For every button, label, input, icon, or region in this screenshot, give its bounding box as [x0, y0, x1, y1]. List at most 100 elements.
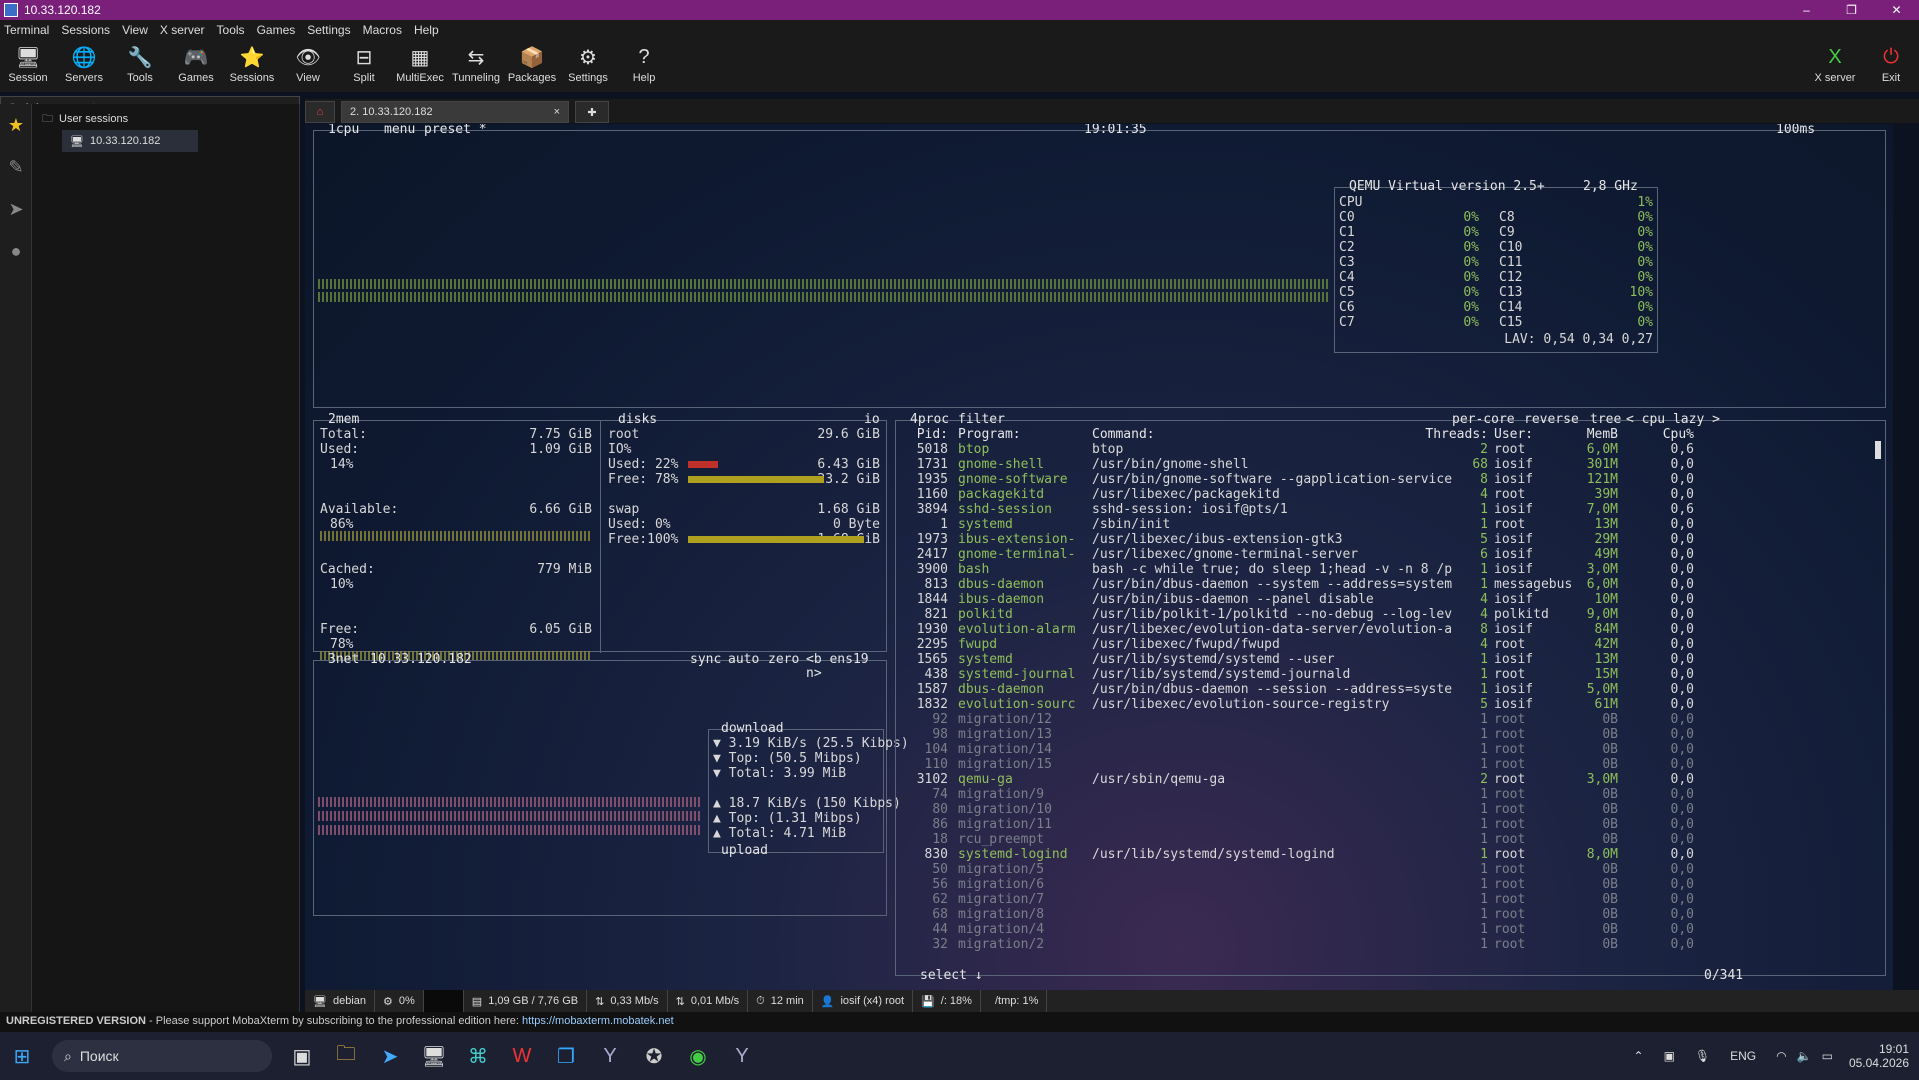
proc-row[interactable]: 86 migration/11 1 root 0B 0,0	[896, 817, 1885, 832]
toolbar-packages-button[interactable]: 📦 Packages	[504, 40, 560, 92]
toolbar-tunneling-button[interactable]: ⇆ Tunneling	[448, 40, 504, 92]
tray-chevron-icon[interactable]: ⌃	[1634, 1049, 1644, 1063]
proc-row[interactable]: 32 migration/2 1 root 0B 0,0	[896, 937, 1885, 952]
proc-row[interactable]: 110 migration/15 1 root 0B 0,0	[896, 757, 1885, 772]
proc-row[interactable]: 50 migration/5 1 root 0B 0,0	[896, 862, 1885, 877]
menu-games[interactable]: Games	[257, 23, 296, 37]
menu-tools[interactable]: Tools	[217, 23, 245, 37]
maximize-button[interactable]: ❐	[1829, 0, 1874, 20]
status-item[interactable]	[423, 990, 464, 1012]
mobaxterm-link[interactable]: https://mobaxterm.mobatek.net	[522, 1015, 674, 1027]
tools-icon[interactable]: ✎	[0, 146, 32, 188]
proc-row[interactable]: 56 migration/6 1 root 0B 0,0	[896, 877, 1885, 892]
proc-per-core-button[interactable]: per-core	[1452, 413, 1515, 427]
col-cpu[interactable]: Cpu%	[1648, 427, 1694, 442]
toolbar-games-button[interactable]: 🎮 Games	[168, 40, 224, 92]
close-button[interactable]: ✕	[1874, 0, 1919, 20]
yandex-browser-icon[interactable]: Y	[588, 1036, 632, 1076]
col-command[interactable]: Command:	[1092, 427, 1155, 442]
proc-row[interactable]: 80 migration/10 1 root 0B 0,0	[896, 802, 1885, 817]
proc-select-button[interactable]: select ↓	[920, 969, 983, 983]
net-zero-button[interactable]: zero	[768, 653, 799, 667]
user-sessions-group[interactable]: 🗀 User sessions	[32, 108, 299, 130]
toolbar-servers-button[interactable]: 🌐 Servers	[56, 40, 112, 92]
proc-row[interactable]: 92 migration/12 1 root 0B 0,0	[896, 712, 1885, 727]
proc-row[interactable]: 3894 sshd-session sshd-session: iosif@pts/…	[896, 502, 1885, 517]
net-auto-button[interactable]: auto	[728, 653, 759, 667]
proc-row[interactable]: 2417 gnome-terminal- /usr/libexec/gnome-te…	[896, 547, 1885, 562]
proc-row[interactable]: 438 systemd-journal/usr/lib/systemd/syste…	[896, 667, 1885, 682]
tray-app-icon[interactable]: ▣	[1664, 1049, 1675, 1063]
toolbar-help-button[interactable]: ? Help	[616, 40, 672, 92]
send-icon[interactable]: ➤	[0, 188, 32, 230]
proc-row[interactable]: 1160 packagekitd/usr/libexec/packagekitd 4…	[896, 487, 1885, 502]
tab-close-icon[interactable]: ×	[554, 106, 560, 118]
macros-icon[interactable]: ●	[0, 230, 32, 272]
proc-row[interactable]: 3900 bash bash -c while true; do sleep 1;h…	[896, 562, 1885, 577]
proc-row[interactable]: 1973 ibus-extension- /usr/libexec/ibus-ext…	[896, 532, 1885, 547]
battery-icon[interactable]: ▭	[1822, 1049, 1833, 1063]
proc-row[interactable]: 104 migration/14 1 root 0B 0,0	[896, 742, 1885, 757]
volume-icon[interactable]: 🔈	[1797, 1049, 1812, 1063]
toolbar-exit-button[interactable]: ⏻ Exit	[1863, 40, 1919, 85]
status-item[interactable]: ⚙ 0%	[375, 990, 424, 1012]
proc-row[interactable]: 44 migration/4 1 root 0B 0,0	[896, 922, 1885, 937]
chrome-icon[interactable]: ◉	[676, 1036, 720, 1076]
disks-io-button[interactable]: io	[864, 413, 880, 427]
tab-session[interactable]: 2. 10.33.120.182 ×	[341, 101, 569, 123]
mobaxterm-icon[interactable]: 🖥	[412, 1036, 456, 1076]
status-item[interactable]: ▤ 1,09 GB / 7,76 GB	[464, 990, 588, 1012]
terminal[interactable]: 1cpu menu preset * 19:01:35 100ms QEMU V…	[305, 124, 1893, 990]
menu-help[interactable]: Help	[414, 23, 439, 37]
status-item[interactable]: 👤 iosif (x4) root	[813, 990, 914, 1012]
menu-settings[interactable]: Settings	[307, 23, 350, 37]
proc-header[interactable]: 4proc	[910, 413, 949, 427]
vscode-icon[interactable]: ⌘	[456, 1036, 500, 1076]
proc-reverse-button[interactable]: reverse	[1524, 413, 1579, 427]
col-user[interactable]: User:	[1494, 427, 1533, 442]
toolbar-split-button[interactable]: ⊟ Split	[336, 40, 392, 92]
proc-row[interactable]: 5018 btop btop 2 root 6,0M 0,6	[896, 442, 1885, 457]
toolbar-settings-button[interactable]: ⚙ Settings	[560, 40, 616, 92]
proc-row[interactable]: 1 systemd/sbin/init 1 root 13M 0,0	[896, 517, 1885, 532]
game-icon[interactable]: ✪	[632, 1036, 676, 1076]
cpu-interval[interactable]: 100ms	[1776, 124, 1815, 137]
toolbar-sessions-button[interactable]: ⭐ Sessions	[224, 40, 280, 92]
proc-row[interactable]: 18 rcu_preempt 1 root 0B 0,0	[896, 832, 1885, 847]
cpu-menu-button[interactable]: menu	[384, 124, 415, 137]
proc-row[interactable]: 2295 fwupd/usr/libexec/fwupd/fwupd 4 root 42…	[896, 637, 1885, 652]
proc-sort-selector[interactable]: < cpu lazy >	[1626, 413, 1720, 427]
menu-sessions[interactable]: Sessions	[61, 23, 110, 37]
col-pid[interactable]: Pid:	[900, 427, 948, 442]
disks-header[interactable]: disks	[618, 413, 657, 427]
menu-macros[interactable]: Macros	[363, 23, 402, 37]
net-header[interactable]: 3net	[328, 653, 359, 667]
task-view-icon[interactable]: ▣	[280, 1036, 324, 1076]
mem-header[interactable]: 2mem	[328, 413, 359, 427]
minimize-button[interactable]: –	[1784, 0, 1829, 20]
new-tab-button[interactable]: ✚	[575, 101, 609, 123]
status-item[interactable]: 💾 /: 18%	[913, 990, 981, 1012]
proc-filter-button[interactable]: filter	[958, 413, 1005, 427]
proc-tree-button[interactable]: tree	[1590, 413, 1621, 427]
proc-row[interactable]: 1731 gnome-shell/usr/bin/gnome-shell 68 ios…	[896, 457, 1885, 472]
remote-icon[interactable]: ❐	[544, 1036, 588, 1076]
proc-row[interactable]: 68 migration/8 1 root 0B 0,0	[896, 907, 1885, 922]
menu-terminal[interactable]: Terminal	[4, 23, 49, 37]
proc-row[interactable]: 1935 gnome-software/usr/bin/gnome-softwar…	[896, 472, 1885, 487]
wifi-icon[interactable]: ◠	[1776, 1049, 1786, 1063]
toolbar-x-server-button[interactable]: X X server	[1807, 40, 1863, 85]
toolbar-view-button[interactable]: 👁 View	[280, 40, 336, 92]
col-program[interactable]: Program:	[958, 427, 1021, 442]
toolbar-multiexec-button[interactable]: ▦ MultiExec	[392, 40, 448, 92]
proc-row[interactable]: 3102 qemu-ga/usr/sbin/qemu-ga 2 root 3,0M 0,0	[896, 772, 1885, 787]
proc-scrollbar[interactable]	[1875, 441, 1881, 459]
proc-row[interactable]: 813 dbus-daemon/usr/bin/dbus-daemon --sys…	[896, 577, 1885, 592]
language-indicator[interactable]: ENG	[1730, 1049, 1756, 1063]
status-item[interactable]: ⇅ 0,01 Mb/s	[668, 990, 749, 1012]
proc-row[interactable]: 1844 ibus-daemon/usr/bin/ibus-daemon --pa…	[896, 592, 1885, 607]
proc-row[interactable]: 1565 systemd/usr/lib/systemd/systemd --us…	[896, 652, 1885, 667]
proc-row[interactable]: 1587 dbus-daemon/usr/bin/dbus-daemon --se…	[896, 682, 1885, 697]
net-sync-button[interactable]: sync	[690, 653, 721, 667]
status-item[interactable]: /tmp: 1%	[981, 990, 1048, 1012]
